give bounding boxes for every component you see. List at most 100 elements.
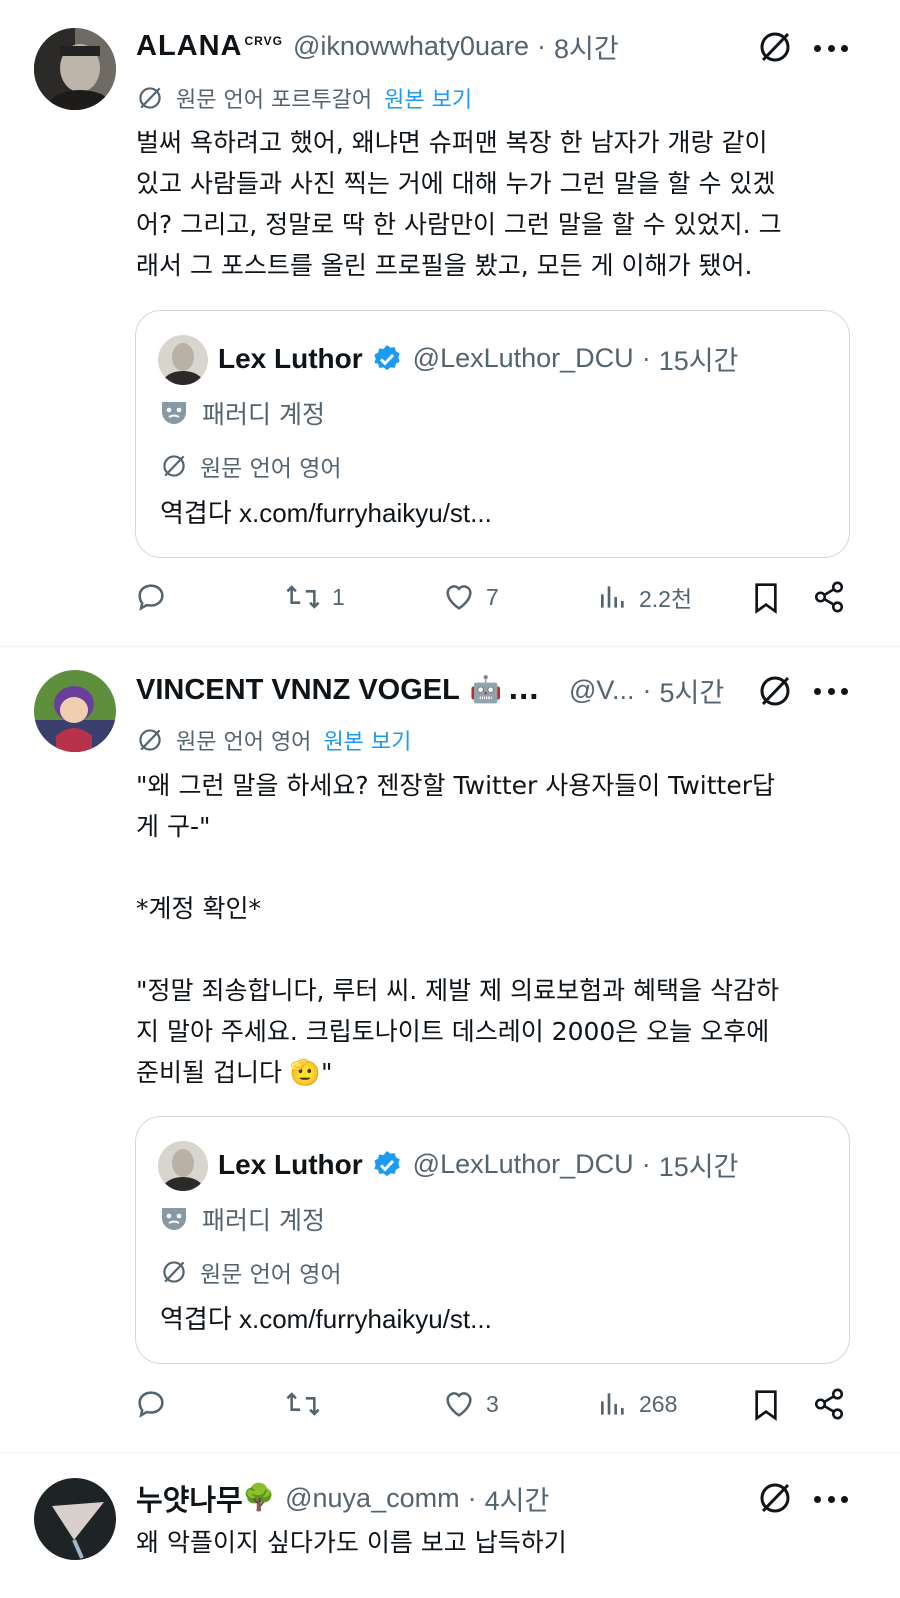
show-original-link[interactable]: 원본 보기 [384,82,472,114]
text-line: "왜 그런 말을 하세요? 젠장할 Twitter 사용자들이 Twitter답 [136,771,775,800]
action-bar: 3 268 [0,1387,900,1431]
text-line: 래서 그 포스트를 올린 프로필을 봤고, 모든 게 이해가 됐어. [136,251,753,280]
tweet-text: "왜 그런 말을 하세요? 젠장할 Twitter 사용자들이 Twitter답… [136,765,851,1093]
tweet-1[interactable]: ALANA crvg @iknowwhaty0uare · 8시간 원문 언어 포… [0,0,900,645]
timestamp[interactable]: 5시간 [659,671,724,710]
author-name[interactable]: ALANA crvg [136,30,283,63]
avatar-illustration-icon [34,670,116,752]
translate-icon[interactable] [756,28,794,66]
show-original-link[interactable]: 원본 보기 [323,724,411,756]
translation-row: 원문 언어 영어 원본 보기 [136,724,411,756]
views-button[interactable]: 2.2천 [597,580,692,614]
retweet-button[interactable] [284,1387,322,1421]
retweet-button[interactable]: 1 [284,580,345,614]
translate-icon [139,87,161,109]
more-icon[interactable] [814,686,848,696]
retweet-count: 1 [332,583,345,610]
text-line: "정말 죄송합니다, 루터 씨. 제발 제 의료보험과 혜택을 삭감하 [136,976,779,1005]
text-line [136,847,851,888]
quote-author-name[interactable]: Lex Luthor [218,1149,363,1181]
avatar-nuya[interactable] [34,1478,116,1560]
like-button[interactable]: 3 [442,1387,499,1421]
tweet-2[interactable]: VINCENT VNNZ VOGEL 🤖 ... @V... · 5시간 원문 … [0,648,900,1450]
avatar-portrait-icon [34,28,116,110]
tweet-text: 왜 악플이지 싶다가도 이름 보고 납득하기 [136,1522,851,1563]
tweet-header: 누얏나무 🌳 @nuya_comm · 4시간 [136,1478,549,1518]
tweet-header: VINCENT VNNZ VOGEL 🤖 ... @V... · 5시간 [136,670,724,710]
timestamp[interactable]: 8시간 [554,27,619,66]
original-language-label: 원문 언어 포르투갈어 [176,88,373,113]
author-handle[interactable]: @V... [569,675,634,706]
share-button[interactable] [812,580,846,614]
text-line [136,929,851,970]
reply-icon [138,1391,164,1418]
quote-header: Lex Luthor @LexLuthor_DCU · 15시간 [218,339,738,378]
verified-icon [374,1150,400,1176]
more-icon[interactable] [814,43,848,53]
author-name[interactable]: VINCENT VNNZ VOGEL [136,674,460,707]
author-name[interactable]: 누얏나무 [136,1477,243,1519]
quote-timestamp[interactable]: 15시간 [659,339,739,378]
reply-icon [138,584,164,611]
avatar-alana[interactable] [34,28,116,110]
share-button[interactable] [812,1387,846,1421]
reply-button[interactable] [134,580,168,614]
translate-icon[interactable] [756,672,794,710]
quoted-tweet[interactable]: Lex Luthor @LexLuthor_DCU · 15시간 패러디 계정 … [135,310,850,558]
quote-author-handle[interactable]: @LexLuthor_DCU [413,343,634,374]
quote-author-handle[interactable]: @LexLuthor_DCU [413,1149,634,1180]
share-icon [814,581,844,613]
quote-timestamp[interactable]: 15시간 [659,1145,739,1184]
translate-icon [163,455,185,477]
parody-text: 패러디 계정 [202,400,325,429]
tweet-3[interactable]: 누얏나무 🌳 @nuya_comm · 4시간 왜 악플이지 싶다가도 이름 보… [0,1454,900,1598]
lex-portrait-icon [158,1141,208,1191]
original-language-label: 원문 언어 영어 [176,730,312,755]
verified-icon [374,344,400,370]
avatar-vincent[interactable] [34,670,116,752]
text-line: 있고 사람들과 사진 찍는 거에 대해 누가 그런 말을 할 수 있겠 [136,169,776,198]
quote-language-label: 원문 언어 영어 [200,1262,342,1288]
parody-label: 패러디 계정 [160,1201,325,1237]
text-line: 게 구-" [136,812,211,841]
quoted-tweet[interactable]: Lex Luthor @LexLuthor_DCU · 15시간 패러디 계정 … [135,1116,850,1364]
text-line: 왜 악플이지 싶다가도 이름 보고 납득하기 [136,1528,567,1557]
quote-avatar [158,335,208,385]
timestamp[interactable]: 4시간 [485,1479,550,1518]
text-line: 준비될 겁니다 🫡" [136,1058,333,1087]
robot-emoji-icon: 🤖 [469,675,503,705]
quote-avatar [158,1141,208,1191]
separator-dot: · [641,1149,651,1179]
bookmark-button[interactable] [750,580,782,616]
like-button[interactable]: 7 [442,580,499,614]
name-ellipsis: ... [508,674,540,706]
text-line: 어? 그리고, 정말로 딱 한 사람만이 그런 말을 할 수 있었지. 그 [136,210,782,239]
quote-author-name[interactable]: Lex Luthor [218,343,363,375]
quote-text: 역겹다 x.com/furryhaikyu/st... [160,1304,492,1334]
author-handle[interactable]: @nuya_comm [285,1483,459,1514]
translate-icon [163,1261,185,1283]
views-icon [601,586,624,608]
separator-dot: · [641,343,651,373]
reply-button[interactable] [134,1387,168,1421]
quote-header: Lex Luthor @LexLuthor_DCU · 15시간 [218,1145,738,1184]
more-icon[interactable] [814,1494,848,1504]
parody-mask-icon [162,1208,186,1230]
translate-icon[interactable] [756,1479,794,1517]
bookmark-button[interactable] [750,1387,782,1423]
like-count: 3 [486,1390,499,1417]
share-icon [814,1388,844,1420]
views-button[interactable]: 268 [597,1387,677,1421]
bookmark-icon [755,1390,777,1421]
retweet-icon [286,585,320,609]
quote-translation-row: 원문 언어 영어 [160,449,342,483]
text-line: 벌써 욕하려고 했어, 왜냐면 슈퍼맨 복장 한 남자가 개랑 같이 [136,128,768,157]
action-bar: 1 7 2.2천 [0,580,900,624]
parody-text: 패러디 계정 [202,1206,325,1235]
author-handle[interactable]: @iknowwhaty0uare [293,31,529,62]
views-icon [601,1393,624,1415]
like-count: 7 [486,583,499,610]
tweet-header: ALANA crvg @iknowwhaty0uare · 8시간 [136,26,619,66]
parody-mask-icon [162,402,186,424]
lex-portrait-icon [158,335,208,385]
